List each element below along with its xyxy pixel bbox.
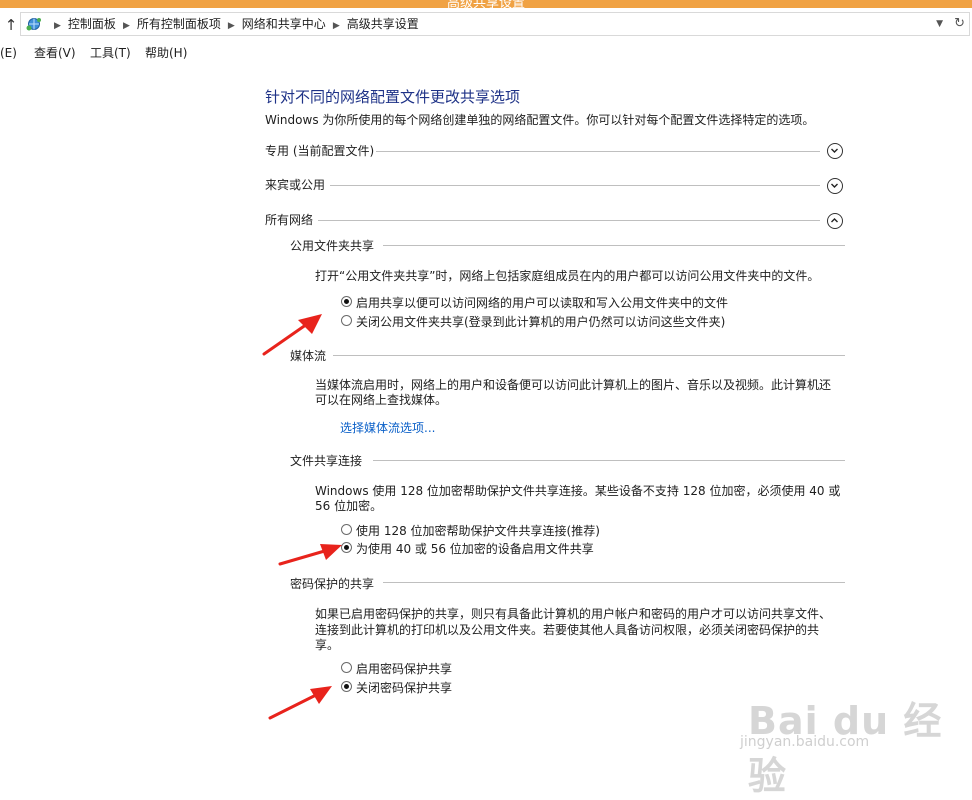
media-desc-line2: 可以在网络上查找媒体。: [315, 393, 448, 407]
expand-public-button[interactable]: [827, 178, 843, 194]
divider: [373, 460, 845, 461]
divider: [383, 582, 845, 583]
password-disable-label[interactable]: 关闭密码保护共享: [356, 679, 452, 696]
encryption-128-radio[interactable]: [341, 524, 352, 535]
password-heading: 密码保护的共享: [290, 577, 375, 591]
crumb-control-panel[interactable]: 控制面板: [68, 17, 116, 31]
media-options-link[interactable]: 选择媒体流选项...: [340, 419, 435, 436]
public-folder-disable-radio[interactable]: [341, 315, 352, 326]
profile-private-label[interactable]: 专用 (当前配置文件): [265, 142, 374, 159]
chevron-down-icon[interactable]: ▼: [936, 13, 943, 35]
public-folder-enable-label[interactable]: 启用共享以便可以访问网络的用户可以读取和写入公用文件夹中的文件: [356, 294, 728, 311]
annotation-arrow-icon: [268, 686, 332, 720]
password-desc-line2: 连接到此计算机的打印机以及公用文件夹。若要使其他人具备访问权限，必须关闭密码保护…: [315, 623, 820, 637]
public-folder-enable-radio[interactable]: [341, 296, 352, 307]
crumb-network-center[interactable]: 网络和共享中心: [242, 17, 326, 31]
chevron-right-icon[interactable]: ▶: [228, 21, 235, 31]
encryption-40-56-label[interactable]: 为使用 40 或 56 位加密的设备启用文件共享: [356, 540, 594, 557]
annotation-arrow-icon: [262, 314, 322, 356]
divider: [318, 220, 820, 221]
crumb-advanced-sharing[interactable]: 高级共享设置: [347, 17, 419, 31]
page-description: Windows 为你所使用的每个网络创建单独的网络配置文件。你可以针对每个配置文…: [265, 113, 815, 127]
breadcrumb: ▶ 控制面板 ▶ 所有控制面板项 ▶ 网络和共享中心 ▶ 高级共享设置: [47, 13, 419, 35]
address-row: ↑ ▶ 控制面板 ▶ 所有控制面板项 ▶ 网络和共享中心 ▶ 高级共享设置 ▼ ↻: [0, 8, 972, 40]
crumb-all-items[interactable]: 所有控制面板项: [137, 17, 221, 31]
public-folder-disable-label[interactable]: 关闭公用文件夹共享(登录到此计算机的用户仍然可以访问这些文件夹): [356, 313, 725, 330]
profile-public-label[interactable]: 来宾或公用: [265, 176, 325, 193]
public-folder-heading: 公用文件夹共享: [290, 239, 375, 253]
content-pane: 针对不同的网络配置文件更改共享选项 Windows 为你所使用的每个网络创建单独…: [0, 64, 972, 798]
divider: [383, 245, 845, 246]
address-bar[interactable]: ▶ 控制面板 ▶ 所有控制面板项 ▶ 网络和共享中心 ▶ 高级共享设置 ▼ ↻: [20, 12, 970, 36]
menu-bar: (E) 查看(V) 工具(T) 帮助(H): [0, 42, 972, 64]
file-sharing-desc-line1: Windows 使用 128 位加密帮助保护文件共享连接。某些设备不支持 128…: [315, 484, 841, 498]
collapse-all-button[interactable]: [827, 213, 843, 229]
network-icon: [26, 18, 41, 31]
menu-tools[interactable]: 工具(T): [90, 42, 131, 64]
refresh-icon[interactable]: ↻: [954, 13, 965, 35]
file-sharing-desc-line2: 56 位加密。: [315, 499, 383, 513]
password-desc-line3: 享。: [315, 638, 340, 652]
file-sharing-heading: 文件共享连接: [290, 454, 363, 468]
up-arrow-icon[interactable]: ↑: [2, 16, 20, 34]
window-title: 高级共享设置: [446, 0, 525, 8]
chevron-right-icon[interactable]: ▶: [54, 21, 61, 31]
public-folder-desc: 打开“公用文件夹共享”时，网络上包括家庭组成员在内的用户都可以访问公用文件夹中的…: [315, 269, 820, 283]
chevron-right-icon[interactable]: ▶: [123, 21, 130, 31]
encryption-128-label[interactable]: 使用 128 位加密帮助保护文件共享连接(推荐): [356, 522, 600, 539]
chevron-down-icon: [831, 183, 838, 188]
password-enable-label[interactable]: 启用密码保护共享: [356, 660, 452, 677]
password-enable-radio[interactable]: [341, 662, 352, 673]
divider: [330, 185, 820, 186]
baidu-watermark-url: jingyan.baidu.com: [740, 734, 870, 750]
chevron-down-icon: [831, 148, 838, 153]
window-titlebar: 高级共享设置: [0, 0, 972, 8]
password-desc-line1: 如果已启用密码保护的共享，则只有具备此计算机的用户帐户和密码的用户才可以访问共享…: [315, 607, 832, 621]
expand-private-button[interactable]: [827, 143, 843, 159]
password-disable-radio[interactable]: [341, 681, 352, 692]
chevron-up-icon: [831, 218, 838, 223]
divider: [333, 355, 845, 356]
chevron-right-icon[interactable]: ▶: [333, 21, 340, 31]
menu-edit[interactable]: (E): [0, 42, 17, 64]
menu-view[interactable]: 查看(V): [34, 42, 76, 64]
divider: [376, 151, 820, 152]
profile-all-label[interactable]: 所有网络: [265, 211, 313, 228]
annotation-arrow-icon: [278, 544, 342, 566]
menu-help[interactable]: 帮助(H): [145, 42, 187, 64]
page-title: 针对不同的网络配置文件更改共享选项: [265, 88, 521, 106]
